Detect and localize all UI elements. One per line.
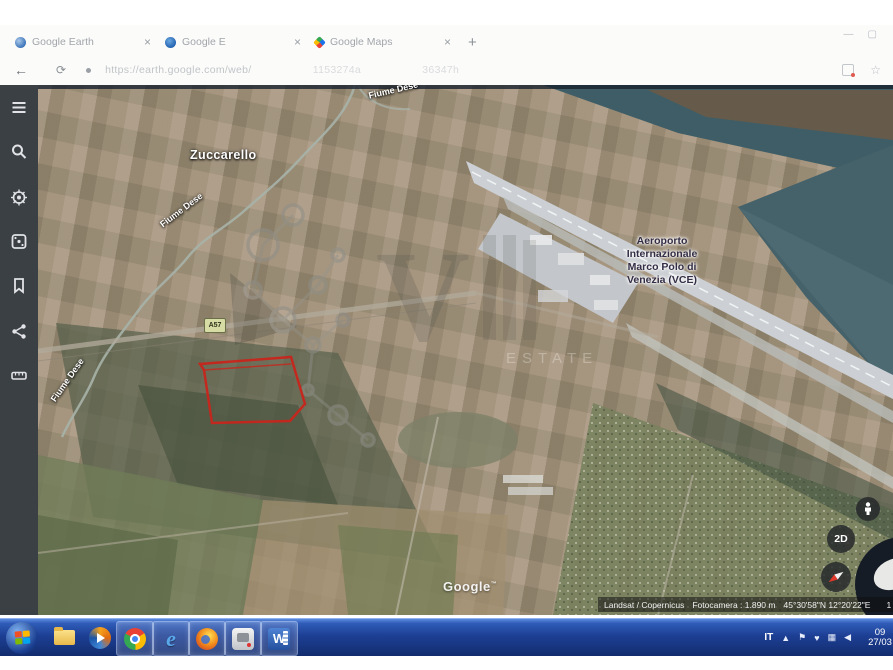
tab-close-icon[interactable]: × — [144, 35, 151, 49]
pegman-streetview-icon[interactable] — [856, 497, 880, 521]
scanned-screenshot: Google Earth × Google E × Google Maps × … — [0, 0, 893, 670]
media-player-icon — [89, 627, 111, 649]
windows-taskbar: e W IT ▲ ⚑ ♥ ▦ ◀ 09 27/03 — [0, 618, 893, 656]
place-label-zuccarello[interactable]: Zuccarello — [190, 148, 257, 162]
taskbar-explorer-button[interactable] — [46, 621, 82, 654]
share-icon[interactable] — [11, 323, 28, 340]
tab-google-earth-2[interactable]: Google E × — [158, 30, 308, 54]
taskbar-firefox-button[interactable] — [188, 621, 226, 656]
taskbar-utility-app-button[interactable] — [224, 621, 262, 656]
taskbar-chrome-button[interactable] — [116, 621, 154, 656]
address-bar: ← ⟳ https://earth.google.com/web/ 115327… — [0, 55, 893, 85]
reload-icon[interactable]: ⟳ — [56, 63, 66, 77]
windows-logo-icon — [6, 622, 38, 654]
hidden-icons-chevron[interactable]: ▲ — [781, 633, 790, 643]
watermark-text: ESTATE — [506, 350, 598, 367]
tab-close-icon[interactable]: × — [444, 35, 451, 49]
taskbar-internet-explorer-button[interactable]: e — [152, 621, 190, 656]
firefox-icon — [196, 628, 218, 650]
language-indicator[interactable]: IT — [764, 632, 773, 643]
compass-icon[interactable] — [821, 562, 851, 592]
menu-icon[interactable] — [11, 99, 28, 116]
feeling-lucky-dice-icon[interactable] — [11, 233, 28, 250]
utility-app-icon — [232, 628, 254, 650]
voyager-icon[interactable] — [11, 189, 28, 206]
google-earth-favicon — [15, 37, 26, 48]
watermark-letter: V — [376, 225, 470, 369]
map-top-edge — [38, 85, 893, 89]
airport-label-venice-marco-polo[interactable]: Aeroporto Internazionale Marco Polo di V… — [596, 235, 728, 287]
action-center-flag-icon[interactable]: ⚑ — [798, 632, 806, 643]
measure-ruler-icon[interactable] — [11, 367, 28, 384]
minimize-icon[interactable]: — — [844, 29, 854, 40]
coordinates: 45°30'58"N 12°20'22"E — [783, 600, 870, 610]
tab-title: Google Maps — [330, 36, 438, 48]
start-button[interactable] — [4, 621, 40, 654]
imagery-credit: Landsat / Copernicus — [604, 600, 684, 610]
url-fragment: 1153274a — [313, 64, 361, 76]
globe-landmass — [870, 554, 893, 594]
back-icon[interactable]: ← — [14, 62, 28, 78]
word-icon: W — [268, 628, 290, 650]
system-tray: IT ▲ ⚑ ♥ ▦ ◀ 09 27/03 — [764, 619, 893, 656]
network-icon[interactable]: ▦ — [828, 632, 837, 643]
window-controls: — ▢ — [844, 29, 877, 40]
tab-close-icon[interactable]: × — [294, 35, 301, 49]
earth-toolbar — [0, 85, 38, 615]
browser-chrome: Google Earth × Google E × Google Maps × … — [0, 25, 893, 85]
earth-status-bar: Landsat / Copernicus Fotocamera : 1.890 … — [598, 597, 893, 612]
highway-badge-a57: A57 — [204, 318, 226, 333]
clock-date: 27/03 — [861, 638, 893, 648]
taskbar-clock[interactable]: 09 27/03 — [861, 628, 893, 648]
google-attribution: Google™ — [443, 579, 497, 594]
translate-icon[interactable] — [842, 64, 854, 76]
bookmark-star-icon[interactable]: ☆ — [870, 63, 881, 77]
tab-title: Google Earth — [32, 36, 138, 48]
url-text: https://earth.google.com/web/ — [105, 64, 251, 76]
maximize-icon[interactable]: ▢ — [868, 29, 877, 40]
google-earth-favicon — [165, 37, 176, 48]
projects-bookmark-icon[interactable] — [11, 277, 28, 294]
camera-altitude: Fotocamera : 1.890 m — [692, 600, 775, 610]
earth-canvas[interactable]: V ESTATE Zuccarello Fiume Dese Fiume Des… — [38, 85, 893, 615]
taskbar-media-player-button[interactable] — [82, 621, 118, 654]
folder-icon — [54, 630, 75, 645]
antivirus-icon[interactable]: ♥ — [814, 633, 819, 643]
taskbar-word-button[interactable]: W — [260, 621, 298, 656]
scale-legend: 1 m — [886, 600, 893, 610]
google-maps-favicon — [313, 36, 326, 49]
url-input[interactable]: https://earth.google.com/web/ 1153274a 3… — [105, 64, 459, 76]
volume-icon[interactable]: ◀ — [844, 632, 851, 643]
address-bar-actions: ☆ — [842, 55, 881, 85]
search-icon[interactable] — [11, 143, 28, 160]
lock-icon[interactable] — [86, 68, 91, 73]
tab-title: Google E — [182, 36, 288, 48]
tab-strip: Google Earth × Google E × Google Maps × … — [8, 29, 477, 55]
new-tab-button[interactable]: + — [468, 34, 477, 51]
clock-time: 09 — [861, 628, 893, 638]
chrome-icon — [124, 628, 146, 650]
tab-google-earth[interactable]: Google Earth × — [8, 30, 158, 54]
tab-google-maps[interactable]: Google Maps × — [308, 30, 458, 54]
2d-mode-button[interactable]: 2D — [827, 525, 855, 553]
url-fragment: 36347h — [422, 64, 459, 76]
internet-explorer-icon: e — [166, 629, 176, 649]
satellite-terrain: V ESTATE — [38, 85, 893, 615]
